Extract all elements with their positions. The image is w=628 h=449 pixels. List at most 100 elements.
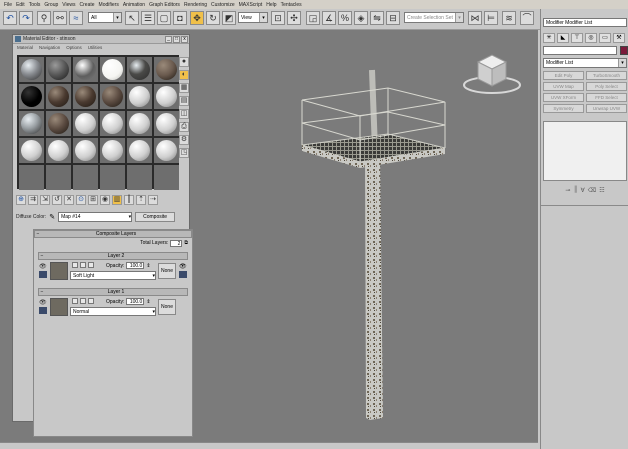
- remove-modifier-icon[interactable]: ⌫: [588, 187, 596, 194]
- layer-2-header[interactable]: − Layer 2: [38, 252, 188, 260]
- configure-modifier-sets-icon[interactable]: ☷: [599, 187, 604, 194]
- select-object-icon[interactable]: ↖: [125, 11, 139, 25]
- layers-icon[interactable]: ≋: [502, 11, 516, 25]
- make-preview-icon[interactable]: ⎙: [179, 122, 189, 132]
- sample-slot[interactable]: [154, 165, 179, 190]
- selection-filter-dropdown[interactable]: All ▾: [88, 12, 122, 23]
- sample-slot[interactable]: [46, 138, 71, 163]
- material-editor-titlebar[interactable]: Material Editor - stinson _ □ x: [13, 35, 189, 44]
- rename-layer-icon[interactable]: [80, 262, 86, 268]
- menu-item-tentacles[interactable]: Tentacles: [281, 2, 302, 8]
- menu-material[interactable]: Material: [17, 45, 33, 50]
- duplicate-layer-icon[interactable]: [88, 298, 94, 304]
- modifier-stack[interactable]: [543, 121, 627, 181]
- sample-slot[interactable]: [19, 111, 44, 136]
- spinner-arrows-icon[interactable]: ⇕: [146, 299, 150, 305]
- object-color-swatch[interactable]: [620, 46, 628, 55]
- sample-slot[interactable]: [100, 165, 125, 190]
- mask-map-icon[interactable]: [179, 271, 187, 278]
- backlight-icon[interactable]: ◐: [179, 70, 189, 80]
- sample-slot[interactable]: [127, 138, 152, 163]
- eyedropper-icon[interactable]: ✎: [49, 213, 55, 221]
- select-by-material-icon[interactable]: ◳: [179, 148, 189, 158]
- bind-spacewarp-icon[interactable]: ≈: [69, 11, 83, 25]
- display-tab-icon[interactable]: ▭: [599, 33, 611, 43]
- visibility-eye-icon[interactable]: 👁: [39, 263, 47, 270]
- undo-icon[interactable]: ↶: [3, 11, 17, 25]
- menu-item-customize[interactable]: Customize: [211, 2, 235, 8]
- curve-editor-icon[interactable]: ⌒: [520, 11, 534, 25]
- background-icon[interactable]: ▦: [179, 83, 189, 93]
- map-type-button[interactable]: Composite: [135, 212, 176, 222]
- pivot-icon[interactable]: ⊡: [271, 11, 285, 25]
- sample-slot[interactable]: [73, 111, 98, 136]
- remove-layer-icon[interactable]: [72, 298, 78, 304]
- sample-slot[interactable]: [154, 57, 179, 82]
- opacity-spinner[interactable]: 100.0: [126, 262, 145, 269]
- utilities-tab-icon[interactable]: ⚒: [613, 33, 625, 43]
- blend-mode-dropdown[interactable]: Soft Light ▾: [70, 271, 156, 280]
- menu-item-modifiers[interactable]: Modifiers: [99, 2, 119, 8]
- spinner-arrows-icon[interactable]: ⇕: [146, 263, 150, 269]
- align-icon[interactable]: ⊟: [386, 11, 400, 25]
- sample-slot[interactable]: [73, 138, 98, 163]
- rename-layer-icon[interactable]: [80, 298, 86, 304]
- create-tab-icon[interactable]: ✳: [543, 33, 555, 43]
- link-icon[interactable]: ⚲: [37, 11, 51, 25]
- reference-coord-dropdown[interactable]: View ▾: [238, 12, 268, 23]
- menu-item-group[interactable]: Group: [44, 2, 58, 8]
- menu-item-rendering[interactable]: Rendering: [184, 2, 207, 8]
- symmetry-button[interactable]: Symmetry: [543, 104, 584, 113]
- select-manipulate-icon[interactable]: ✣: [287, 11, 301, 25]
- spinner-snap-icon[interactable]: ◈: [354, 11, 368, 25]
- time-slider[interactable]: [0, 442, 538, 449]
- options-icon[interactable]: ⚙: [179, 135, 189, 145]
- show-map-in-viewport-icon[interactable]: ▥: [112, 194, 122, 205]
- align-icon[interactable]: ⊨: [484, 11, 498, 25]
- edit-poly-button[interactable]: Edit Poly: [543, 71, 584, 80]
- reset-map-icon[interactable]: ↺: [52, 194, 62, 205]
- mirror-icon[interactable]: ⋈: [468, 11, 482, 25]
- go-forward-to-sibling-icon[interactable]: ⇢: [148, 194, 158, 205]
- sample-slot[interactable]: [46, 57, 71, 82]
- sample-slot[interactable]: [73, 84, 98, 109]
- total-layers-spinner[interactable]: 2: [170, 239, 183, 247]
- sample-type-icon[interactable]: ●: [179, 57, 189, 67]
- unlink-icon[interactable]: ⚯: [53, 11, 67, 25]
- modifier-list-dropdown[interactable]: Modifier List ▾: [543, 58, 627, 68]
- delete-icon[interactable]: ✕: [64, 194, 74, 205]
- menu-utilities[interactable]: Utilities: [88, 45, 103, 50]
- add-layer-icon[interactable]: ⧉: [184, 240, 188, 246]
- poly-select-button[interactable]: Poly Select: [586, 82, 627, 91]
- sample-slot[interactable]: [19, 57, 44, 82]
- duplicate-layer-icon[interactable]: [88, 262, 94, 268]
- sample-slot[interactable]: [19, 84, 44, 109]
- viewcube[interactable]: [462, 30, 522, 98]
- uvw-xform-button[interactable]: UVW XForm: [543, 93, 584, 102]
- window-crossing-icon[interactable]: ◘: [173, 11, 187, 25]
- sample-slot[interactable]: [46, 165, 71, 190]
- sample-slot[interactable]: [154, 84, 179, 109]
- layer-map-icon[interactable]: [39, 307, 47, 314]
- put-to-library-icon[interactable]: ⊞: [88, 194, 98, 205]
- modifier-list-field[interactable]: Modifier Modifier List: [543, 18, 627, 27]
- rotate-icon[interactable]: ↻: [206, 11, 220, 25]
- map-name-field[interactable]: Map #14 ▾: [58, 212, 133, 222]
- make-unique-icon[interactable]: ∀: [581, 187, 585, 194]
- menu-navigation[interactable]: Navigation: [39, 45, 60, 50]
- pin-stack-icon[interactable]: ⊸: [565, 187, 570, 194]
- remove-layer-icon[interactable]: [72, 262, 78, 268]
- show-end-result-icon[interactable]: ║: [124, 194, 134, 205]
- put-to-scene-icon[interactable]: ⇉: [28, 194, 38, 205]
- sample-slot[interactable]: [154, 111, 179, 136]
- object-name-field[interactable]: [543, 46, 617, 55]
- menu-item-file[interactable]: File: [4, 2, 12, 8]
- ffd-select-button[interactable]: FFD Select: [586, 93, 627, 102]
- menu-item-graph-editors[interactable]: Graph Editors: [149, 2, 180, 8]
- sample-slot[interactable]: [73, 57, 98, 82]
- menu-options[interactable]: Options: [66, 45, 82, 50]
- menu-item-tools[interactable]: Tools: [29, 2, 41, 8]
- sample-slot[interactable]: [127, 111, 152, 136]
- scale-icon[interactable]: ◩: [222, 11, 236, 25]
- menu-item-create[interactable]: Create: [80, 2, 95, 8]
